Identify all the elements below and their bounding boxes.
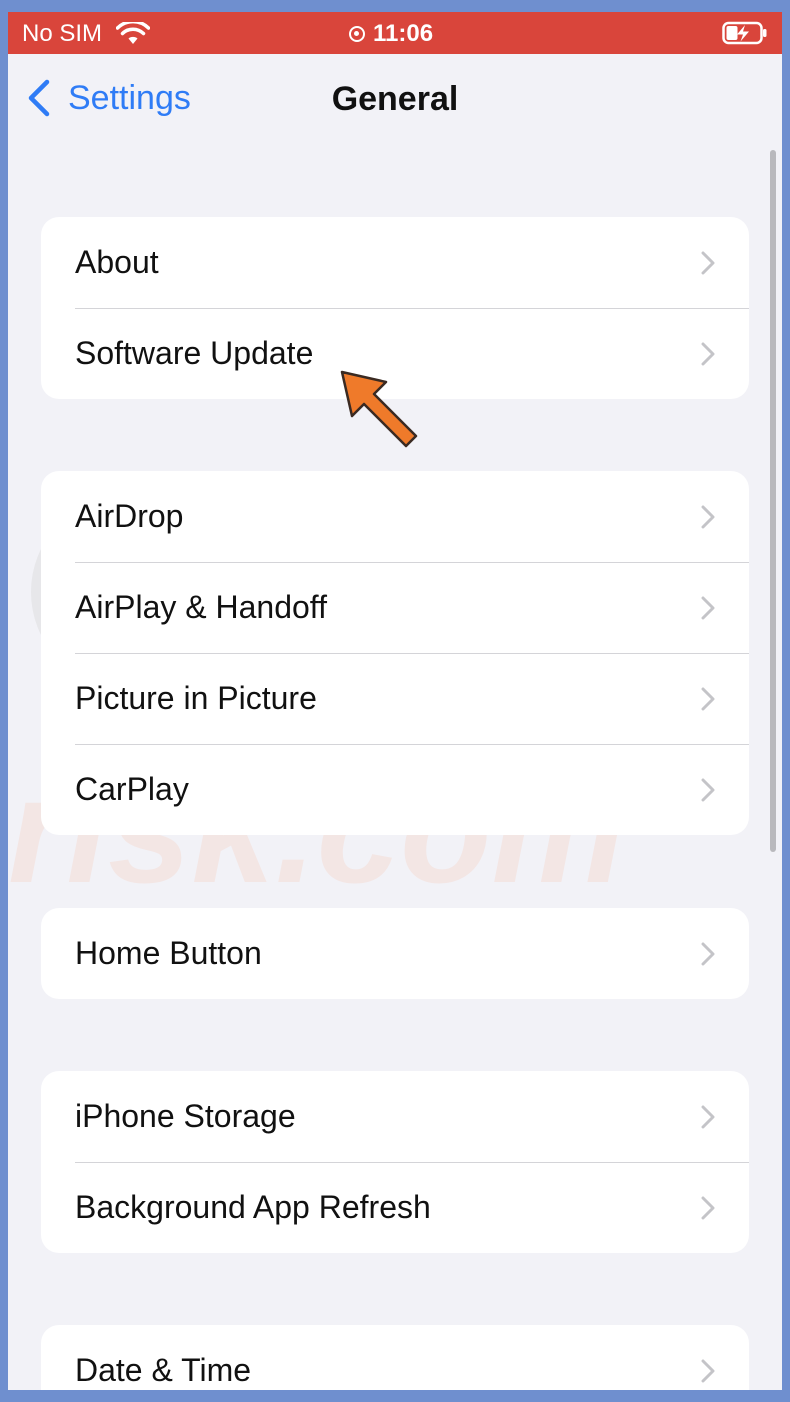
row-label: Home Button [75,935,262,971]
row-date-time[interactable]: Date & Time [41,1325,749,1390]
row-label: Background App Refresh [75,1189,431,1225]
battery-charging-icon [722,21,767,45]
row-label: Picture in Picture [75,680,317,716]
row-label: Date & Time [75,1352,252,1388]
orientation-lock-icon [349,26,365,42]
row-iphone-storage[interactable]: iPhone Storage [41,1071,749,1162]
chevron-right-icon [701,505,715,528]
row-picture-in-picture[interactable]: Picture in Picture [41,653,749,744]
carrier-label: No SIM [22,20,103,47]
row-airdrop[interactable]: AirDrop [41,471,749,562]
chevron-right-icon [701,778,715,801]
chevron-right-icon [701,251,715,274]
row-label: CarPlay [75,771,189,807]
status-time: 11:06 [373,20,434,47]
row-label: iPhone Storage [75,1098,296,1134]
row-label: About [75,244,159,280]
row-airplay-handoff[interactable]: AirPlay & Handoff [41,562,749,653]
pointer-arrow-icon [340,370,418,448]
status-clock: 11:06 [349,20,433,48]
chevron-right-icon [701,342,715,365]
wifi-icon [116,22,150,44]
settings-group-home-button: Home Button [41,908,749,999]
chevron-right-icon [701,1196,715,1219]
row-about[interactable]: About [41,217,749,308]
chevron-right-icon [701,687,715,710]
row-label: Software Update [75,335,314,371]
chevron-right-icon [701,596,715,619]
status-bar: No SIM 11:06 [8,12,782,54]
chevron-right-icon [701,942,715,965]
row-label: AirPlay & Handoff [75,589,327,625]
settings-group-storage: iPhone Storage Background App Refresh [41,1071,749,1253]
row-label: AirDrop [75,498,184,534]
phone-screen: No SIM 11:06 Settings General PC risk.co… [8,12,782,1390]
row-background-app-refresh[interactable]: Background App Refresh [41,1162,749,1253]
chevron-right-icon [701,1359,715,1382]
settings-group-connectivity: AirDrop AirPlay & Handoff Picture in Pic… [41,471,749,835]
scrollbar[interactable] [770,150,776,852]
page-title: General [331,80,459,118]
chevron-right-icon [701,1105,715,1128]
row-home-button[interactable]: Home Button [41,908,749,999]
row-carplay[interactable]: CarPlay [41,744,749,835]
settings-group-date-time: Date & Time [41,1325,749,1390]
